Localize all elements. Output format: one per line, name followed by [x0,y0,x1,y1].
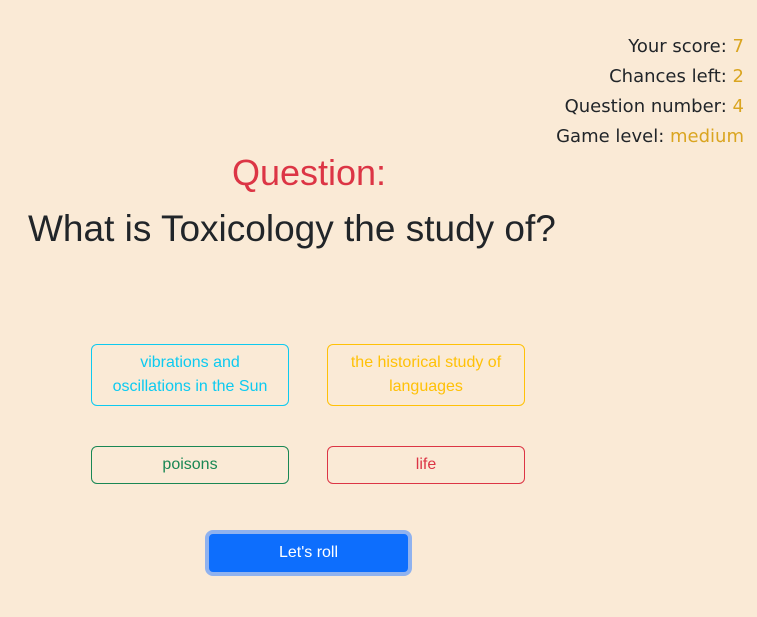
game-level-row: Game level: medium [556,126,744,147]
question-number-row: Question number: 4 [564,96,744,117]
score-row: Your score: 7 [628,36,744,57]
question-number-value: 4 [732,96,744,117]
answer-button-3[interactable]: poisons [91,446,289,484]
score-value: 7 [732,36,744,57]
game-level-value: medium [670,126,744,147]
chances-row: Chances left: 2 [609,66,744,87]
question-text: What is Toxicology the study of? [28,208,556,249]
stats-panel: Your score: 7 Chances left: 2 Question n… [556,32,744,152]
answer-button-4[interactable]: life [327,446,525,484]
answer-button-1[interactable]: vibrations and oscillations in the Sun [91,344,289,406]
chances-value: 2 [732,66,744,87]
lets-roll-button[interactable]: Let's roll [205,530,412,576]
answer-button-2[interactable]: the historical study of languages [327,344,525,406]
question-label: Question: [231,152,387,193]
